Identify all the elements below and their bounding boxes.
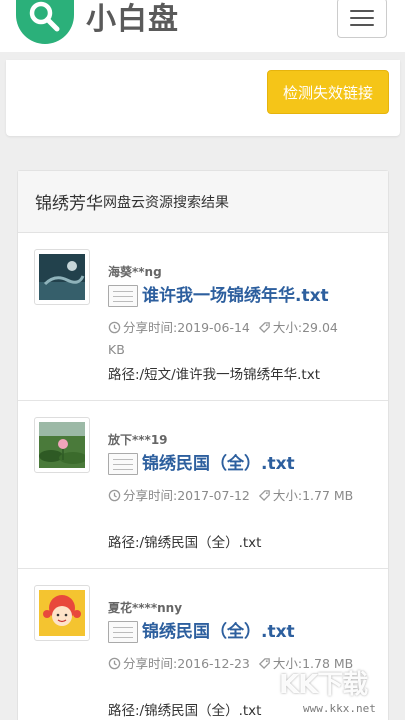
watermark-url: www.kkx.net — [303, 702, 376, 715]
result-item: 海葵**ng 谁许我一场锦绣年华.txt 分享时间:2019-06-14 大小:… — [18, 233, 388, 401]
search-keyword: 锦绣芳华 — [35, 194, 103, 214]
avatar[interactable] — [34, 585, 90, 641]
results-panel: 锦绣芳华 网盘云资源搜索结果 海葵**ng 谁许我一场锦绣年华.txt 分享时间:… — [17, 170, 389, 720]
results-suffix: 网盘云资源搜索结果 — [103, 194, 229, 211]
result-item: 放下***19 锦绣民国（全）.txt 分享时间:2017-07-12 大小:1… — [18, 401, 388, 569]
file-path: 路径:/锦绣民国（全）.txt — [108, 535, 262, 551]
results-heading: 锦绣芳华 网盘云资源搜索结果 — [18, 171, 388, 233]
share-time: 2016-12-23 — [177, 656, 250, 671]
file-title-link[interactable]: 锦绣民国（全）.txt — [142, 449, 295, 474]
brand-name[interactable]: 小白盘 — [86, 0, 179, 38]
top-panel: 检测失效链接 — [6, 60, 400, 136]
document-icon — [108, 285, 138, 307]
file-meta: 分享时间:2017-07-12 大小:1.77 MB — [108, 485, 358, 507]
tag-icon — [258, 322, 270, 334]
uploader-name: 海葵**ng — [108, 265, 162, 279]
file-title-link[interactable]: 谁许我一场锦绣年华.txt — [142, 281, 329, 306]
tag-icon — [258, 658, 270, 670]
file-title-link[interactable]: 锦绣民国（全）.txt — [142, 617, 295, 642]
header: 小白盘 — [0, 0, 405, 52]
clock-icon — [108, 489, 121, 502]
share-time: 2017-07-12 — [177, 488, 250, 503]
uploader-name: 放下***19 — [108, 433, 168, 447]
file-size: 1.77 MB — [302, 488, 354, 503]
file-meta: 分享时间:2019-06-14 大小:29.04 KB — [108, 320, 338, 357]
document-icon — [108, 453, 138, 475]
document-icon — [108, 621, 138, 643]
file-path: 路径:/短文/谁许我一场锦绣年华.txt — [108, 367, 321, 383]
uploader-name: 夏花****nny — [108, 601, 183, 615]
avatar[interactable] — [34, 249, 90, 305]
hamburger-menu-icon[interactable] — [337, 0, 387, 38]
check-invalid-links-button[interactable]: 检测失效链接 — [267, 70, 389, 114]
watermark: KK下载 www.kkx.net — [275, 664, 399, 718]
file-path: 路径:/锦绣民国（全）.txt — [108, 703, 262, 719]
search-icon — [29, 1, 60, 32]
tag-icon — [258, 490, 270, 502]
watermark-text: KK下载 — [279, 670, 368, 700]
logo[interactable] — [16, 0, 74, 44]
share-time: 2019-06-14 — [177, 320, 250, 335]
avatar[interactable] — [34, 417, 90, 473]
clock-icon — [108, 657, 121, 670]
clock-icon — [108, 321, 121, 334]
